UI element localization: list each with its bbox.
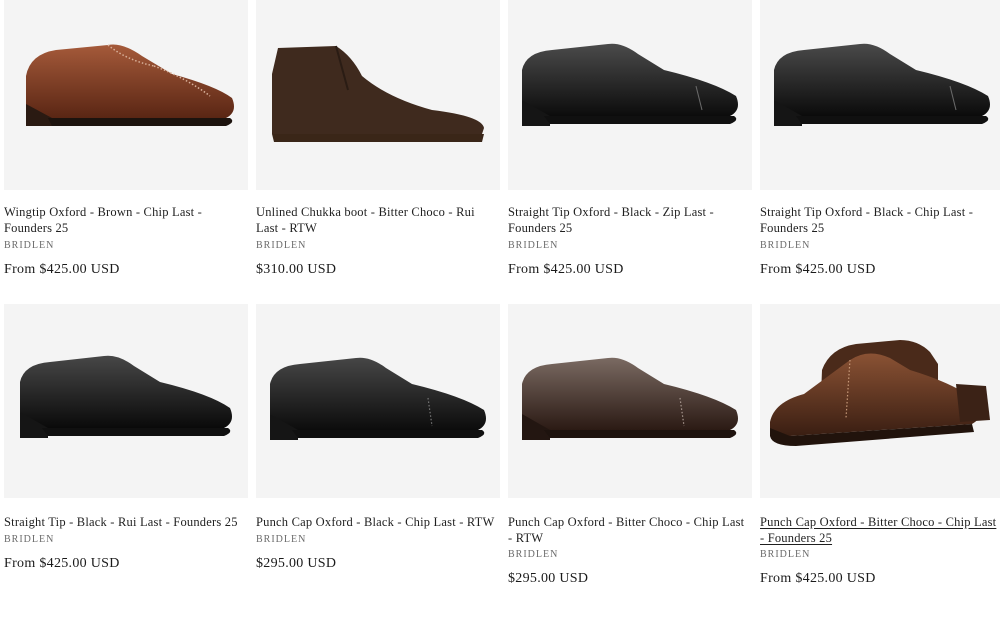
product-image[interactable]	[760, 304, 1000, 498]
product-vendor: BRIDLEN	[256, 534, 307, 545]
product-image[interactable]	[508, 304, 752, 498]
product-vendor: BRIDLEN	[508, 240, 559, 251]
product-price: From $425.00 USD	[4, 556, 120, 571]
product-image[interactable]	[4, 304, 248, 498]
product-card[interactable]: Wingtip Oxford - Brown - Chip Last - Fou…	[4, 0, 248, 290]
product-image[interactable]	[508, 0, 752, 190]
black-oxford-shoe-icon	[522, 43, 738, 126]
product-vendor: BRIDLEN	[760, 549, 811, 560]
product-card[interactable]: Punch Cap Oxford - Bitter Choco - Chip L…	[760, 304, 1000, 604]
product-price: From $425.00 USD	[760, 262, 876, 277]
product-price: $295.00 USD	[256, 556, 337, 571]
product-price: From $425.00 USD	[4, 262, 120, 277]
product-title[interactable]: Wingtip Oxford - Brown - Chip Last - Fou…	[4, 205, 248, 236]
product-price: $310.00 USD	[256, 262, 337, 277]
product-price: From $425.00 USD	[508, 262, 624, 277]
product-card[interactable]: Punch Cap Oxford - Black - Chip Last - R…	[256, 304, 500, 604]
product-title[interactable]: Unlined Chukka boot - Bitter Choco - Rui…	[256, 205, 500, 236]
black-oxford-shoe-icon	[20, 355, 232, 438]
product-vendor: BRIDLEN	[760, 240, 811, 251]
black-oxford-shoe-icon	[774, 43, 990, 126]
product-vendor: BRIDLEN	[4, 240, 55, 251]
dark-brown-punch-cap-oxford-pair-icon	[770, 340, 990, 446]
product-grid: Wingtip Oxford - Brown - Chip Last - Fou…	[0, 0, 1000, 617]
brown-wingtip-oxford-shoe-icon	[26, 44, 234, 126]
product-card[interactable]: Punch Cap Oxford - Bitter Choco - Chip L…	[508, 304, 752, 604]
product-title[interactable]: Straight Tip Oxford - Black - Chip Last …	[760, 205, 1000, 236]
product-price: $295.00 USD	[508, 571, 589, 586]
product-image[interactable]	[256, 0, 500, 190]
product-title[interactable]: Punch Cap Oxford - Black - Chip Last - R…	[256, 515, 500, 531]
product-price: From $425.00 USD	[760, 571, 876, 586]
product-title[interactable]: Punch Cap Oxford - Bitter Choco - Chip L…	[760, 515, 1000, 546]
product-card[interactable]: Straight Tip - Black - Rui Last - Founde…	[4, 304, 248, 604]
product-title[interactable]: Straight Tip Oxford - Black - Zip Last -…	[508, 205, 752, 236]
product-vendor: BRIDLEN	[256, 240, 307, 251]
dark-brown-punch-cap-oxford-shoe-icon	[522, 357, 738, 440]
product-image[interactable]	[4, 0, 248, 190]
product-image[interactable]	[256, 304, 500, 498]
black-punch-cap-oxford-shoe-icon	[270, 357, 486, 440]
product-card[interactable]: Unlined Chukka boot - Bitter Choco - Rui…	[256, 0, 500, 290]
product-title[interactable]: Punch Cap Oxford - Bitter Choco - Chip L…	[508, 515, 752, 546]
product-vendor: BRIDLEN	[508, 549, 559, 560]
brown-suede-chukka-boot-icon	[272, 45, 484, 142]
product-title[interactable]: Straight Tip - Black - Rui Last - Founde…	[4, 515, 248, 531]
product-vendor: BRIDLEN	[4, 534, 55, 545]
product-card[interactable]: Straight Tip Oxford - Black - Zip Last -…	[508, 0, 752, 290]
product-card[interactable]: Straight Tip Oxford - Black - Chip Last …	[760, 0, 1000, 290]
product-image[interactable]	[760, 0, 1000, 190]
